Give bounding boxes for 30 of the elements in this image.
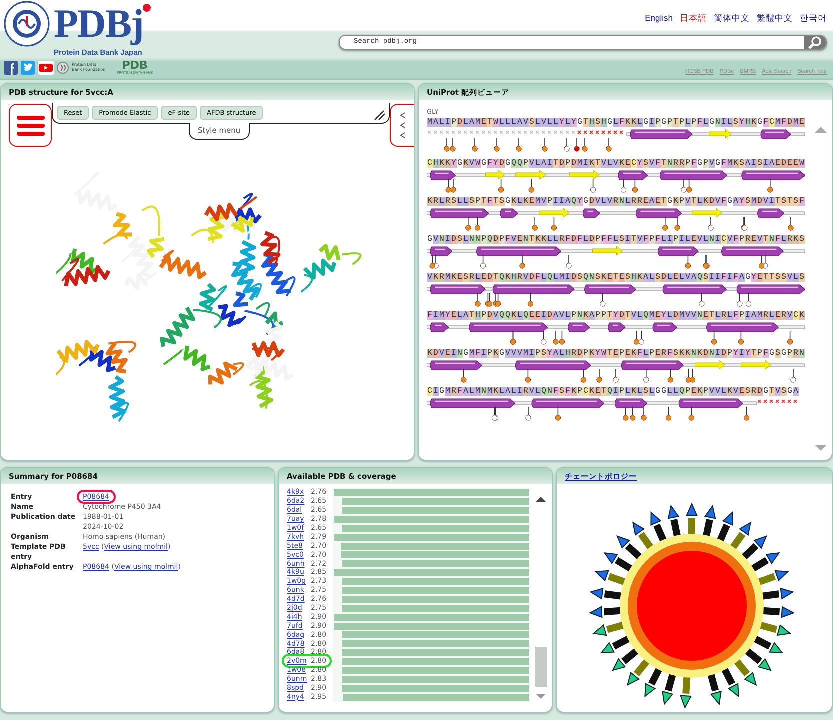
language-link[interactable]: 日本語	[680, 13, 707, 23]
language-link[interactable]: 簡体中文	[714, 13, 750, 23]
logo-title: PDBj	[54, 1, 144, 47]
language-link[interactable]: 繁體中文	[757, 13, 793, 23]
language-link[interactable]: English	[645, 13, 673, 23]
facebook-icon	[4, 60, 18, 75]
scrollbar-thumb[interactable]	[535, 647, 547, 687]
sequence-text: MALIPDLAMETWLLLAVSLVLLYLYGTHSHGLFKKLGIPGPTPLPFLGNILSYHKGFCMFDME	[427, 118, 805, 127]
university-emblem-icon	[4, 1, 50, 47]
youtube-icon	[38, 60, 54, 75]
sequence-text: KRLRSLLSPTFTSGKLKEMVPIIAQYGDVLVRNLRREAETGKPVTLKDVFGAYSMDVITSTSF	[427, 197, 805, 206]
sequence-text: CIGMRFALMNMKLALIRVLQNFSFKPCKETQIPLKLSLGGLLQPEKPVVLKVESRDGTVSGA	[427, 387, 800, 396]
side-panel-tab[interactable]	[390, 104, 414, 148]
logo-dot	[143, 4, 152, 12]
search-icon	[808, 36, 822, 49]
foundation-emblem-icon	[57, 60, 69, 75]
sequence-text: CHKKYGKVWGFYDGQQPVLAITDPDMIKTVLVKECYSVFTNRRPFGPVGFMKSAISIAEDEEW	[427, 159, 805, 168]
scroll-down-icon	[535, 693, 547, 700]
sequence-text: VKRMKESRLEDTQKHRVDFLQLMIDSQNSKETESHKALSDLELVAQSIIFIFAGYETTSSVLS	[427, 273, 805, 282]
search-button[interactable]	[804, 36, 826, 49]
language-link[interactable]: 한국어	[800, 13, 827, 23]
resize-handle-icon	[373, 109, 387, 122]
sequence-text: FIMYELATHPDVQQKLQEEIDAVLPNKAPPTYDTVLQMEYLDMVVNETLRLFPIAMRLERVCK	[427, 311, 805, 320]
scroll-down-icon	[814, 444, 828, 452]
scroll-up-icon	[535, 496, 547, 504]
twitter-icon	[21, 60, 35, 75]
scroll-up-icon	[814, 126, 828, 134]
sequence-text: KDVEINGMFIPKGVVVMIPSYALHRDPKYWTEPEKFLPERFSKKNKDNIDPYIYTPFGSGPRN	[427, 349, 805, 358]
menu-button[interactable]	[9, 104, 52, 148]
sequence-text: GVNIDSLNNPQDPFVENTKKLLRFDFLDPFFLSITVFPFLIPILEVLNICVFPREVTNFLRKS	[427, 235, 805, 244]
